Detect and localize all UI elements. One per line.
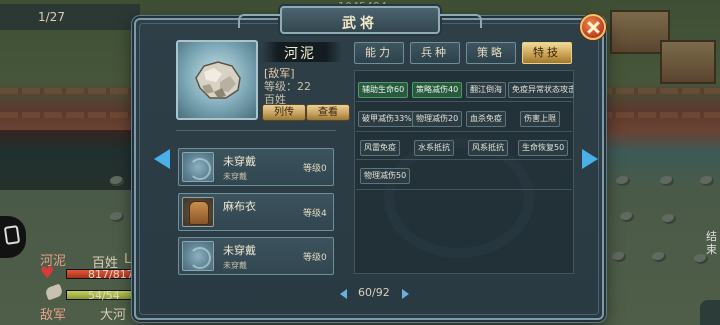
skill-tag[interactable]: 策略减伤40 bbox=[412, 82, 463, 98]
equipment-slot-weapon[interactable]: 未穿戴 未穿戴 等级0 bbox=[178, 148, 334, 186]
equipment-level: 等级0 bbox=[303, 253, 327, 263]
page-indicator: 60/92 bbox=[358, 286, 390, 299]
biography-button[interactable]: 列传 bbox=[262, 104, 306, 121]
unit-faction: 敌军 bbox=[40, 308, 67, 323]
skill-tag[interactable]: 风系抵抗 bbox=[468, 140, 508, 156]
armor-icon bbox=[182, 197, 214, 227]
divider bbox=[356, 159, 572, 160]
tab-special-skills[interactable]: 特技 bbox=[522, 42, 572, 64]
equipment-name: 未穿戴 bbox=[223, 244, 256, 257]
panel-title-plate: 武将 bbox=[238, 6, 482, 34]
page-next-icon[interactable] bbox=[402, 289, 409, 299]
skill-tag[interactable]: 辅助生命60 bbox=[358, 82, 409, 98]
empty-slot-icon bbox=[182, 241, 214, 271]
divider bbox=[356, 131, 572, 132]
skill-tag[interactable]: 免疫异常状态攻击 bbox=[508, 82, 574, 98]
next-hero-arrow-icon[interactable] bbox=[582, 149, 598, 169]
house-sprite bbox=[660, 40, 716, 84]
equipment-name: 麻布衣 bbox=[223, 200, 256, 213]
skill-tag[interactable]: 破甲减伤33% bbox=[358, 111, 416, 127]
previous-hero-arrow-icon[interactable] bbox=[154, 149, 170, 169]
heart-icon: ♥ bbox=[40, 263, 55, 282]
tab-troop-type[interactable]: 兵种 bbox=[410, 42, 460, 64]
page-prev-icon[interactable] bbox=[340, 289, 347, 299]
equipment-subtitle: 未穿戴 bbox=[223, 261, 247, 270]
hero-name: 河泥 bbox=[284, 46, 316, 62]
rock-icon bbox=[195, 61, 241, 99]
end-turn-label[interactable]: 结束 bbox=[706, 230, 720, 256]
divider bbox=[356, 189, 572, 190]
skill-tag[interactable]: 风雷免疫 bbox=[360, 140, 400, 156]
corner-menu-icon[interactable] bbox=[700, 300, 720, 325]
tab-abilities[interactable]: 能力 bbox=[354, 42, 404, 64]
empty-slot-icon bbox=[182, 152, 214, 182]
turn-counter: 1/27 bbox=[38, 10, 65, 24]
skill-tag[interactable]: 血杀免疫 bbox=[466, 111, 506, 127]
tab-strategy[interactable]: 策略 bbox=[466, 42, 516, 64]
equipment-subtitle: 未穿戴 bbox=[223, 172, 247, 181]
skill-tag[interactable]: 生命恢复50 bbox=[518, 140, 569, 156]
equipment-slot-armor[interactable]: 麻布衣 等级4 bbox=[178, 193, 334, 231]
close-button[interactable] bbox=[580, 14, 606, 40]
skill-tag[interactable]: 翻江倒海 bbox=[466, 82, 506, 98]
equipment-slot-accessory[interactable]: 未穿戴 未穿戴 等级0 bbox=[178, 237, 334, 275]
hero-pager: 60/92 bbox=[340, 286, 416, 304]
equipment-name: 未穿戴 bbox=[223, 155, 256, 168]
scroll-icon bbox=[3, 225, 21, 245]
skill-tag[interactable]: 物理减伤20 bbox=[412, 111, 463, 127]
equipment-level: 等级0 bbox=[303, 164, 327, 174]
divider bbox=[356, 101, 572, 102]
skill-tag[interactable]: 伤害上限 bbox=[520, 111, 560, 127]
view-button[interactable]: 查看 bbox=[306, 104, 350, 121]
hero-portrait bbox=[176, 40, 258, 120]
skill-tag[interactable]: 物理减伤50 bbox=[360, 168, 411, 184]
equipment-level: 等级4 bbox=[303, 209, 327, 219]
mp-text: 54/54 bbox=[88, 289, 120, 302]
divider bbox=[176, 130, 336, 131]
hud-topbar bbox=[0, 4, 140, 30]
skill-tag[interactable]: 水系抵抗 bbox=[414, 140, 454, 156]
hp-text: 817/817 bbox=[88, 268, 134, 281]
panel-title: 武将 bbox=[342, 16, 378, 32]
